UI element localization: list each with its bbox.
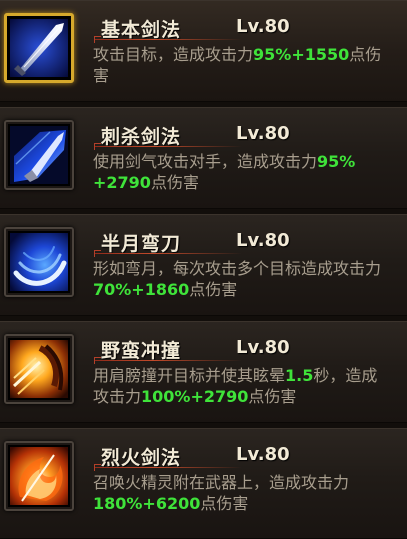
title-divider bbox=[94, 250, 242, 257]
title-divider bbox=[94, 143, 242, 150]
skill-row-assassin-sword[interactable]: 刺杀剑法 Lv.80 使用剑气攻击对手，造成攻击力95% +2790点伤害 bbox=[0, 107, 407, 209]
skill-name: 烈火剑法 bbox=[101, 447, 182, 469]
skill-level: Lv.80 bbox=[236, 337, 290, 358]
skill-description: 攻击目标，造成攻击力95%+1550点伤害 bbox=[93, 44, 393, 86]
skill-row-flame-sword[interactable]: 烈火剑法 Lv.80 召唤火精灵附在武器上，造成攻击力 180%+6200点伤害 bbox=[0, 428, 407, 539]
desc-highlight-value: 100%+2790 bbox=[141, 387, 249, 406]
desc-text: 攻击目标，造成攻击力 bbox=[93, 45, 254, 64]
title-divider bbox=[94, 464, 242, 471]
title-divider bbox=[94, 36, 242, 43]
desc-text: 用肩膀撞开目标并使其眩晕 bbox=[93, 366, 286, 385]
skill-level: Lv.80 bbox=[236, 123, 290, 144]
title-divider bbox=[94, 357, 242, 364]
skill-level: Lv.80 bbox=[236, 16, 290, 37]
sword-slash-icon bbox=[10, 19, 68, 77]
desc-highlight-value: 95% bbox=[317, 152, 356, 171]
skill-name: 半月弯刀 bbox=[101, 233, 182, 255]
desc-highlight-value: 180%+6200 bbox=[93, 494, 201, 513]
skill-level: Lv.80 bbox=[236, 230, 290, 251]
shoulder-charge-icon bbox=[10, 340, 68, 398]
desc-text: 使用剑气攻击对手，造成攻击力 bbox=[93, 152, 318, 171]
skill-description: 形如弯月，每次攻击多个目标造成攻击力 70%+1860点伤害 bbox=[93, 258, 393, 300]
desc-highlight-value: 95%+1550 bbox=[253, 45, 350, 64]
skill-description: 使用剑气攻击对手，造成攻击力95% +2790点伤害 bbox=[93, 151, 393, 193]
desc-text: 点伤害 bbox=[248, 387, 297, 406]
skill-icon-frame[interactable] bbox=[4, 441, 74, 511]
skill-description: 用肩膀撞开目标并使其眩晕1.5秒，造成攻击力100%+2790点伤害 bbox=[93, 365, 393, 407]
desc-highlight-value: 1.5 bbox=[285, 366, 314, 385]
skill-name: 基本剑法 bbox=[101, 19, 182, 41]
desc-highlight-value: +2790 bbox=[93, 173, 151, 192]
desc-text: 形如弯月，每次攻击多个目标造成攻击力 bbox=[93, 259, 382, 278]
skill-description: 召唤火精灵附在武器上，造成攻击力 180%+6200点伤害 bbox=[93, 472, 393, 514]
skill-level: Lv.80 bbox=[236, 444, 290, 465]
skill-row-savage-charge[interactable]: 野蛮冲撞 Lv.80 用肩膀撞开目标并使其眩晕1.5秒，造成攻击力100%+27… bbox=[0, 321, 407, 423]
skill-name: 野蛮冲撞 bbox=[101, 340, 182, 362]
sword-thrust-icon bbox=[10, 126, 68, 184]
skill-name: 刺杀剑法 bbox=[101, 126, 182, 148]
desc-text: 点伤害 bbox=[189, 280, 238, 299]
desc-highlight-value: 70%+1860 bbox=[93, 280, 190, 299]
crescent-slash-icon bbox=[10, 233, 68, 291]
desc-text: 召唤火精灵附在武器上，造成攻击力 bbox=[93, 473, 350, 492]
skill-icon-frame[interactable] bbox=[4, 13, 74, 83]
skill-row-half-moon-blade[interactable]: 半月弯刀 Lv.80 形如弯月，每次攻击多个目标造成攻击力 70%+1860点伤害 bbox=[0, 214, 407, 316]
fire-sword-icon bbox=[10, 447, 68, 505]
desc-text: 点伤害 bbox=[200, 494, 249, 513]
desc-text: 点伤害 bbox=[150, 173, 199, 192]
skill-row-basic-sword[interactable]: 基本剑法 Lv.80 攻击目标，造成攻击力95%+1550点伤害 bbox=[0, 0, 407, 102]
skill-icon-frame[interactable] bbox=[4, 334, 74, 404]
skill-icon-frame[interactable] bbox=[4, 227, 74, 297]
skill-list: 基本剑法 Lv.80 攻击目标，造成攻击力95%+1550点伤害 刺杀剑法 Lv… bbox=[0, 0, 407, 539]
skill-icon-frame[interactable] bbox=[4, 120, 74, 190]
